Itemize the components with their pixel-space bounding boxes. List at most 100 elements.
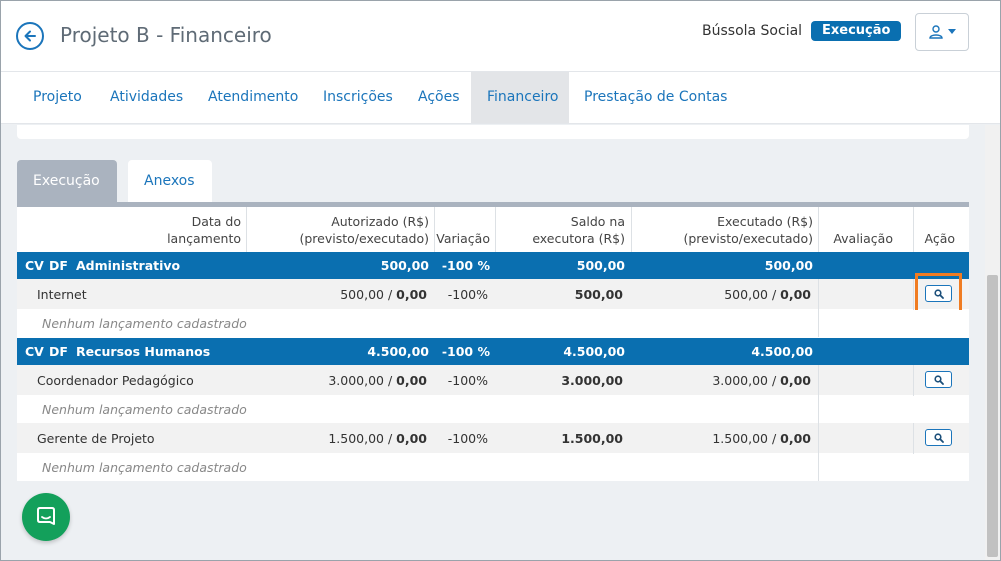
item-variacao: -100% [447, 372, 488, 388]
user-icon [929, 25, 943, 39]
empty-message: Nenhum lançamento cadastrado [42, 460, 247, 475]
item-executado: 1.500,00 / 0,00 [632, 423, 811, 453]
item-autorizado: 1.500,00 / 0,00 [247, 423, 427, 453]
executado-executado: 0,00 [780, 286, 811, 302]
view-button[interactable] [925, 371, 952, 388]
empty-message: Nenhum lançamento cadastrado [42, 402, 247, 417]
group-df: DF [49, 258, 68, 273]
column-header-executado: Executado (R$) (previsto/executado) [683, 214, 814, 246]
group-saldo: 500,00 [576, 258, 625, 273]
empty-row: Nenhum lançamento cadastrado [17, 454, 969, 481]
column-header-autorizado: Autorizado (R$) (previsto/executado) [299, 214, 430, 246]
table-row: Internet 500,00 / 0,00 -100% 500,00 500,… [17, 273, 969, 315]
executado-executado: 0,00 [780, 372, 811, 388]
group-variacao: -100 % [441, 344, 490, 359]
autorizado-executado: 0,00 [396, 286, 427, 302]
column-divider [913, 423, 914, 454]
tab-projeto[interactable]: Projeto [17, 72, 98, 123]
group-autorizado: 4.500,00 [367, 344, 429, 359]
subtab-execucao[interactable]: Execução [17, 160, 117, 202]
table-header: Data do lançamento Autorizado (R$) (prev… [17, 207, 969, 252]
arrow-left-icon [24, 30, 36, 42]
executado-previsto: 500,00 [724, 286, 768, 302]
column-header-data: Data do lançamento [167, 214, 241, 246]
group-row-recursos-humanos: CV DF Recursos Humanos 4.500,00 -100 % 4… [17, 338, 969, 365]
value-separator: / [767, 286, 781, 302]
executado-previsto: 1.500,00 [712, 430, 768, 446]
column-divider [631, 207, 632, 252]
tab-atividades[interactable]: Atividades [94, 72, 199, 123]
column-header-variacao: Variação [436, 231, 490, 246]
chat-icon [37, 507, 55, 525]
item-saldo: 1.500,00 [561, 430, 623, 446]
group-row-administrativo: CV DF Administrativo 500,00 -100 % 500,0… [17, 252, 969, 279]
item-executado: 500,00 / 0,00 [632, 279, 811, 309]
tab-atendimento[interactable]: Atendimento [192, 72, 314, 123]
tab-financeiro[interactable]: Financeiro [471, 72, 569, 123]
page-header: Projeto B - Financeiro Bússola Social Ex… [1, 1, 1000, 72]
tab-acoes[interactable]: Ações [402, 72, 476, 123]
item-saldo: 3.000,00 [561, 372, 623, 388]
item-executado: 3.000,00 / 0,00 [632, 365, 811, 395]
back-button[interactable] [16, 22, 44, 50]
autorizado-previsto: 500,00 [340, 286, 384, 302]
column-header-acao: Ação [924, 231, 955, 246]
table-row: Coordenador Pedagógico 3.000,00 / 0,00 -… [17, 365, 969, 395]
item-saldo: 500,00 [574, 286, 623, 302]
group-cv: CV [25, 258, 44, 273]
column-divider [246, 207, 247, 252]
content-card-bottom [17, 125, 969, 139]
scrollbar-thumb[interactable] [987, 275, 998, 557]
app-window: Projeto B - Financeiro Bússola Social Ex… [0, 0, 1001, 561]
status-badge: Execução [811, 21, 902, 41]
empty-message: Nenhum lançamento cadastrado [42, 316, 247, 331]
autorizado-executado: 0,00 [396, 372, 427, 388]
column-divider [913, 279, 914, 310]
group-name: Recursos Humanos [76, 344, 211, 359]
page-title: Projeto B - Financeiro [60, 23, 272, 47]
user-menu-button[interactable] [915, 13, 969, 51]
value-separator: / [767, 430, 781, 446]
item-name: Internet [37, 286, 87, 302]
group-executado: 4.500,00 [751, 344, 813, 359]
group-saldo: 4.500,00 [563, 344, 625, 359]
financial-table: Data do lançamento Autorizado (R$) (prev… [17, 207, 969, 481]
group-cv: CV [25, 344, 44, 359]
item-variacao: -100% [447, 286, 488, 302]
column-divider [913, 365, 914, 396]
vertical-scrollbar[interactable] [985, 125, 1000, 560]
table-row: Gerente de Projeto 1.500,00 / 0,00 -100%… [17, 423, 969, 453]
view-button[interactable] [925, 429, 952, 446]
tab-inscricoes[interactable]: Inscrições [307, 72, 409, 123]
subtab-anexos[interactable]: Anexos [128, 160, 212, 202]
item-autorizado: 3.000,00 / 0,00 [247, 365, 427, 395]
group-variacao: -100 % [441, 258, 490, 273]
column-divider [818, 365, 819, 481]
item-autorizado: 500,00 / 0,00 [247, 279, 427, 309]
column-divider [818, 279, 819, 337]
autorizado-executado: 0,00 [396, 430, 427, 446]
organization-name: Bússola Social [702, 23, 803, 39]
autorizado-previsto: 1.500,00 [328, 430, 384, 446]
tab-prestacao-de-contas[interactable]: Prestação de Contas [568, 72, 743, 123]
column-divider [913, 207, 914, 252]
autorizado-previsto: 3.000,00 [328, 372, 384, 388]
value-separator: / [767, 372, 781, 388]
group-executado: 500,00 [764, 258, 813, 273]
item-name: Coordenador Pedagógico [37, 372, 194, 388]
value-separator: / [383, 430, 397, 446]
magnifier-icon [933, 432, 944, 443]
magnifier-icon [933, 374, 944, 385]
group-df: DF [49, 344, 68, 359]
item-variacao: -100% [447, 430, 488, 446]
value-separator: / [383, 372, 397, 388]
empty-row: Nenhum lançamento cadastrado [17, 310, 969, 337]
column-divider [818, 207, 819, 252]
group-name: Administrativo [76, 258, 181, 273]
column-divider [434, 207, 435, 252]
column-header-saldo: Saldo na executora (R$) [532, 214, 625, 246]
chat-button[interactable] [22, 493, 70, 541]
executado-executado: 0,00 [780, 430, 811, 446]
column-divider [495, 207, 496, 252]
column-header-avaliacao: Avaliação [833, 231, 893, 246]
